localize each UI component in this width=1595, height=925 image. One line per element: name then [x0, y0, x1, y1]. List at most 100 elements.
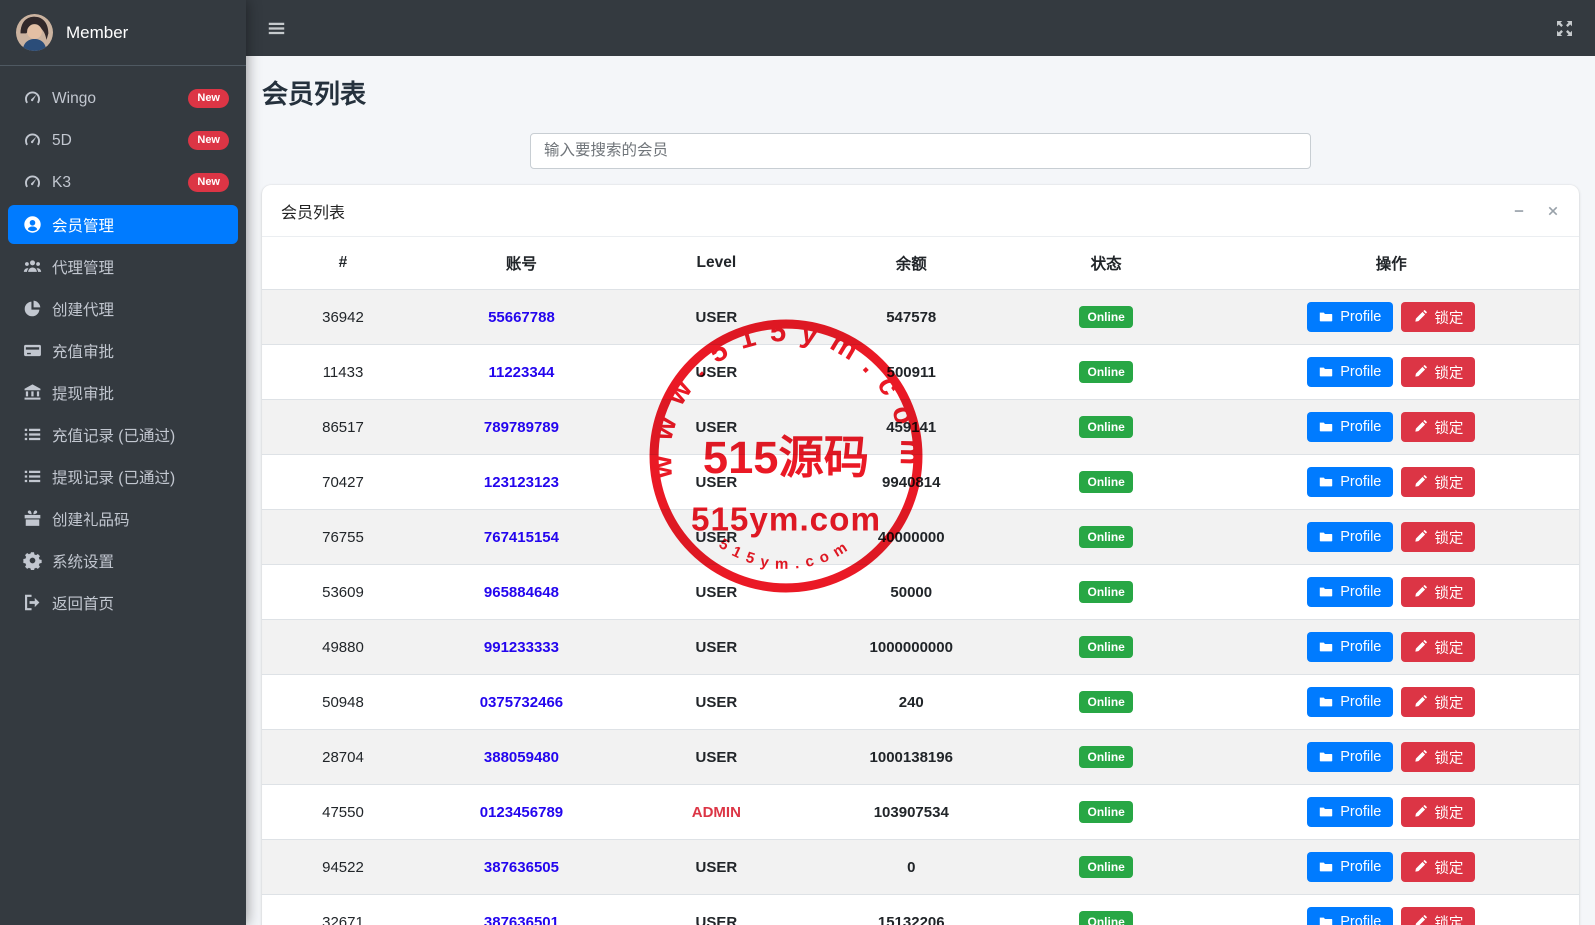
- sidebar-item-recharge-approval[interactable]: 充值审批: [8, 331, 238, 370]
- sidebar-item-k3[interactable]: K3 New: [8, 163, 238, 202]
- user-panel[interactable]: Member: [0, 0, 246, 66]
- sidebar-item-5d[interactable]: 5D New: [8, 121, 238, 160]
- member-level: ADMIN: [691, 803, 741, 821]
- member-balance: 9940814: [882, 473, 941, 491]
- account-link[interactable]: 388059480: [484, 749, 559, 766]
- lock-button[interactable]: 锁定: [1401, 522, 1476, 552]
- table-row: 70427 123123123 USER 9940814 Online Prof…: [262, 454, 1579, 510]
- lock-button[interactable]: 锁定: [1401, 357, 1476, 387]
- member-level: USER: [695, 858, 738, 876]
- sidebar-item-label: 充值审批: [52, 343, 115, 361]
- account-link[interactable]: 0123456789: [480, 804, 563, 821]
- profile-button[interactable]: Profile: [1307, 797, 1394, 827]
- account-link[interactable]: 0375732466: [480, 694, 563, 711]
- close-icon[interactable]: [1546, 204, 1560, 218]
- lock-button[interactable]: 锁定: [1401, 687, 1476, 717]
- profile-button[interactable]: Profile: [1307, 357, 1394, 387]
- lock-button[interactable]: 锁定: [1401, 742, 1476, 772]
- sidebar-item-withdraw-approval[interactable]: 提现审批: [8, 373, 238, 412]
- sidebar-item-member-management[interactable]: 会员管理: [8, 205, 238, 244]
- table-body: 36942 55667788 USER 547578 Online Profil…: [262, 289, 1579, 925]
- profile-button[interactable]: Profile: [1307, 742, 1394, 772]
- sidebar-item-withdraw-records[interactable]: 提现记录 (已通过): [8, 457, 238, 496]
- content: 会员列表 会员列表 #账号Level余额状态操作 36942 55667788 …: [246, 56, 1595, 925]
- folder-icon: [1319, 530, 1333, 544]
- fullscreen-expand-icon[interactable]: [1555, 19, 1574, 38]
- member-id: 32671: [322, 913, 364, 925]
- collapse-minus-icon[interactable]: [1512, 204, 1526, 218]
- tachometer-icon: [23, 89, 42, 108]
- bank-icon: [23, 383, 42, 402]
- gear-icon: [23, 551, 42, 570]
- sidebar-item-label: 提现审批: [52, 385, 115, 403]
- column-header: #: [262, 237, 424, 290]
- account-link[interactable]: 387636505: [484, 859, 559, 876]
- sidebar-item-create-agent[interactable]: 创建代理: [8, 289, 238, 328]
- pencil-icon: [1413, 420, 1428, 434]
- member-id: 94522: [322, 858, 364, 876]
- account-link[interactable]: 767415154: [484, 529, 559, 546]
- member-level: USER: [695, 913, 738, 925]
- lock-button[interactable]: 锁定: [1401, 412, 1476, 442]
- status-badge: Online: [1079, 361, 1133, 383]
- sidebar-item-system-settings[interactable]: 系统设置: [8, 541, 238, 580]
- folder-icon: [1319, 805, 1333, 819]
- pencil-icon: [1413, 640, 1428, 654]
- lock-button[interactable]: 锁定: [1401, 632, 1476, 662]
- profile-button[interactable]: Profile: [1307, 302, 1394, 332]
- sidebar-item-recharge-records[interactable]: 充值记录 (已通过): [8, 415, 238, 454]
- status-badge: Online: [1079, 746, 1133, 768]
- sidebar-item-agent-management[interactable]: 代理管理: [8, 247, 238, 286]
- gift-icon: [23, 509, 42, 528]
- folder-icon: [1319, 310, 1333, 324]
- sidebar-item-wingo[interactable]: Wingo New: [8, 79, 238, 118]
- profile-button[interactable]: Profile: [1307, 852, 1394, 882]
- profile-button[interactable]: Profile: [1307, 412, 1394, 442]
- folder-icon: [1319, 475, 1333, 489]
- lock-button[interactable]: 锁定: [1401, 302, 1476, 332]
- member-balance: 547578: [886, 308, 937, 326]
- sidebar-item-label: 系统设置: [52, 553, 115, 571]
- sidebar-item-back-home[interactable]: 返回首页: [8, 583, 238, 622]
- account-link[interactable]: 789789789: [484, 419, 559, 436]
- account-link[interactable]: 387636501: [484, 914, 559, 925]
- status-badge: Online: [1079, 416, 1133, 438]
- column-header: 操作: [1203, 237, 1579, 290]
- folder-icon: [1319, 585, 1333, 599]
- account-link[interactable]: 991233333: [484, 639, 559, 656]
- sidebar-item-label: 返回首页: [52, 595, 115, 613]
- table-row: 32671 387636501 USER 15132206 Online Pro…: [262, 894, 1579, 925]
- lock-button[interactable]: 锁定: [1401, 907, 1476, 925]
- lock-button[interactable]: 锁定: [1401, 852, 1476, 882]
- profile-button[interactable]: Profile: [1307, 522, 1394, 552]
- lock-button[interactable]: 锁定: [1401, 467, 1476, 497]
- lock-button[interactable]: 锁定: [1401, 577, 1476, 607]
- pie-chart-icon: [23, 299, 42, 318]
- account-link[interactable]: 965884648: [484, 584, 559, 601]
- member-balance: 240: [898, 693, 924, 711]
- sidebar-item-create-gift-code[interactable]: 创建礼品码: [8, 499, 238, 538]
- page-title: 会员列表: [262, 79, 367, 109]
- hamburger-icon[interactable]: [267, 19, 286, 38]
- folder-icon: [1319, 915, 1333, 925]
- profile-button[interactable]: Profile: [1307, 577, 1394, 607]
- search-input[interactable]: [530, 133, 1311, 169]
- account-link[interactable]: 123123123: [484, 474, 559, 491]
- tachometer-icon: [23, 173, 42, 192]
- credit-card-icon: [23, 341, 42, 360]
- lock-button[interactable]: 锁定: [1401, 797, 1476, 827]
- member-level: USER: [695, 693, 738, 711]
- account-link[interactable]: 11223344: [488, 364, 554, 381]
- member-level: USER: [695, 473, 738, 491]
- account-link[interactable]: 55667788: [488, 309, 555, 326]
- member-balance: 0: [907, 858, 916, 876]
- pencil-icon: [1413, 695, 1428, 709]
- profile-button[interactable]: Profile: [1307, 907, 1394, 925]
- profile-button[interactable]: Profile: [1307, 632, 1394, 662]
- member-id: 11433: [322, 363, 364, 381]
- pencil-icon: [1413, 530, 1428, 544]
- profile-button[interactable]: Profile: [1307, 687, 1394, 717]
- pencil-icon: [1413, 475, 1428, 489]
- profile-button[interactable]: Profile: [1307, 467, 1394, 497]
- column-header: 账号: [423, 237, 619, 290]
